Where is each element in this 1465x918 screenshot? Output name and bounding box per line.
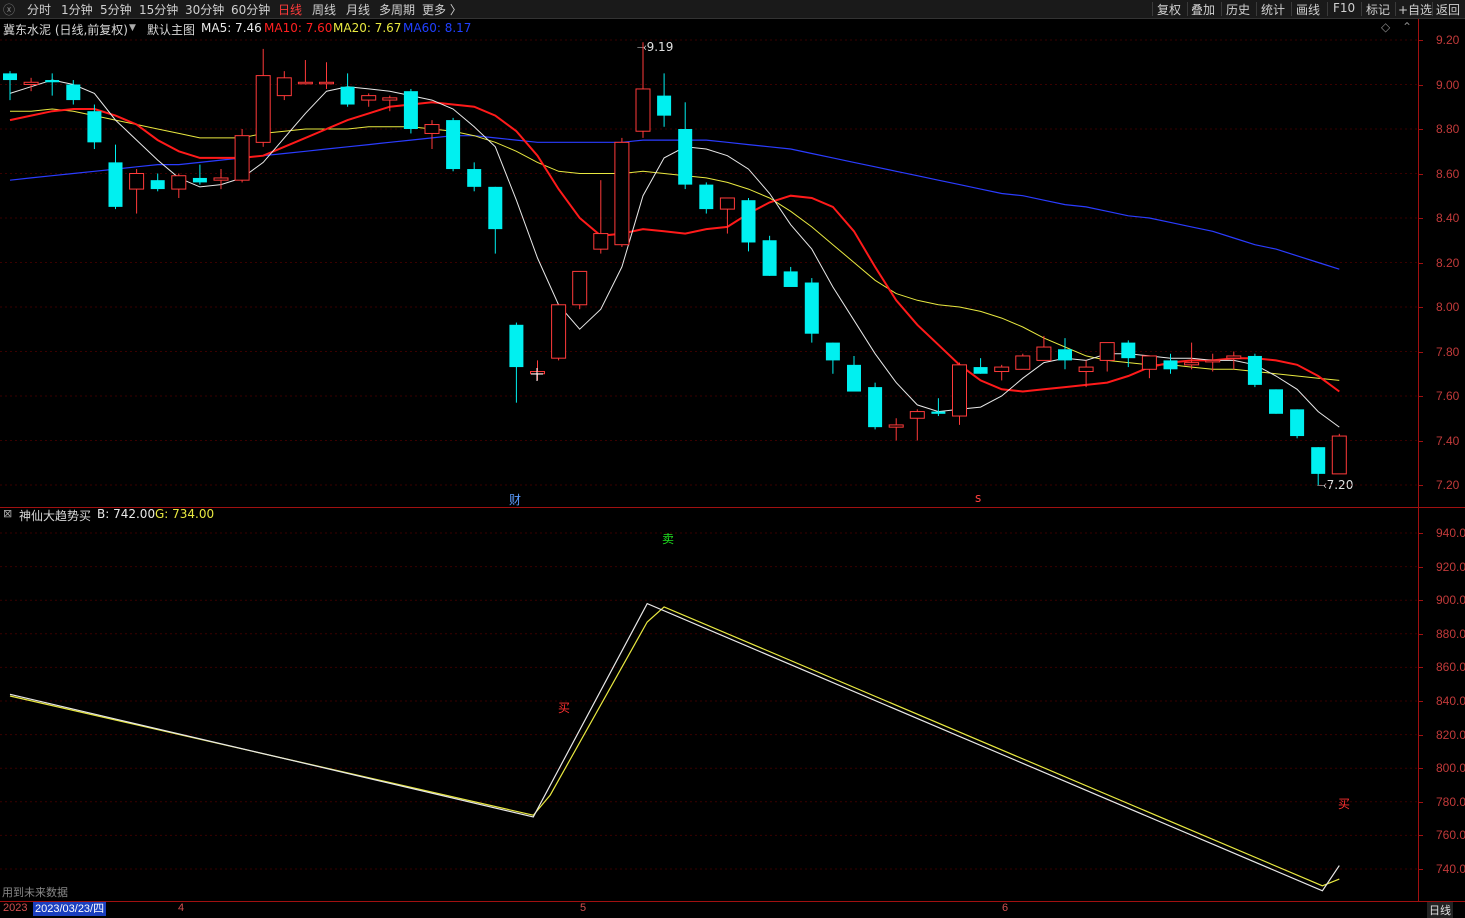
indicator-axis-label: 940.00	[1436, 526, 1465, 540]
candle-body	[804, 282, 819, 334]
indicator-axis-label: 840.00	[1436, 694, 1465, 708]
candle-body	[847, 364, 861, 392]
candle-body	[424, 124, 440, 134]
candle-body	[45, 80, 60, 83]
candle-body	[593, 233, 609, 250]
indicator-axis-label: 780.00	[1436, 794, 1465, 809]
indicator-axis-label: 860.00	[1436, 660, 1465, 675]
candle-body	[382, 97, 398, 101]
price-axis-label: 7.60	[1436, 389, 1460, 403]
candle-body	[868, 387, 883, 428]
candle-body	[1099, 342, 1115, 361]
ma5-line	[9, 79, 1340, 428]
candle-body	[297, 81, 313, 85]
price-axis-label: 9.00	[1436, 77, 1460, 92]
price-axis-label: 7.40	[1436, 433, 1460, 448]
candle-body	[825, 342, 840, 361]
month-tick-4: 4	[178, 902, 185, 914]
candle-body	[678, 129, 693, 185]
ma60-line	[9, 135, 1340, 270]
candle-body	[1036, 346, 1052, 361]
year-stub: 2023	[3, 902, 28, 914]
candle-body	[192, 177, 207, 183]
ma10-line	[9, 101, 1340, 393]
candle-body	[467, 169, 482, 187]
candle-body	[129, 173, 145, 190]
candle-body	[973, 367, 988, 374]
candle-body	[87, 111, 102, 143]
candle-body	[888, 424, 904, 428]
month-tick-6: 6	[1002, 902, 1009, 914]
price-axis-label: 9.20	[1436, 33, 1460, 47]
candle-body	[108, 162, 123, 207]
month-tick-5: 5	[580, 902, 587, 914]
price-axis-label: 8.40	[1436, 211, 1460, 225]
price-axis-label: 8.60	[1436, 166, 1460, 181]
candle-body	[1184, 362, 1200, 366]
candle-body	[1290, 409, 1305, 437]
cursor-date: 2023/03/23/四	[33, 902, 107, 916]
price-axis-label: 7.80	[1436, 344, 1460, 359]
candle-body	[1331, 435, 1347, 475]
indicator-b-line	[9, 602, 1340, 892]
candle-body	[340, 86, 355, 105]
candle-body	[931, 411, 946, 414]
indicator-axis-label: 880.00	[1436, 626, 1465, 641]
candle-body	[361, 95, 377, 101]
candle-body	[1163, 360, 1178, 370]
indicator-axis-label: 920.00	[1436, 559, 1465, 574]
date-axis	[0, 901, 1465, 917]
candle-body	[1058, 349, 1072, 361]
indicator-axis-label: 800.00	[1436, 761, 1465, 776]
candle-body	[255, 75, 271, 143]
candle-body	[1141, 355, 1157, 370]
price-axis-label: 8.20	[1436, 255, 1460, 270]
indicator-g-line	[9, 606, 1340, 887]
candle-body	[952, 364, 967, 417]
kline-chart[interactable]	[0, 0, 1418, 901]
candle-body	[3, 73, 17, 81]
candle-body	[1015, 355, 1031, 370]
candle-body	[488, 186, 503, 230]
candle-body	[213, 177, 229, 181]
candle-body	[234, 135, 250, 181]
candle-body	[1226, 355, 1242, 359]
price-axis-label: 8.00	[1436, 300, 1460, 314]
candle-body	[509, 324, 524, 368]
candle-body	[719, 197, 735, 210]
price-axis-label: 8.80	[1436, 122, 1460, 136]
candle-body	[1078, 366, 1094, 373]
candle-body	[994, 366, 1010, 373]
candle-body	[1247, 355, 1262, 385]
candle-body	[783, 271, 798, 287]
indicator-axis-label: 900.00	[1436, 593, 1465, 608]
ma20-line	[10, 108, 1340, 381]
candle-body	[572, 270, 588, 306]
candle-body	[699, 184, 714, 210]
price-axis-label: 7.20	[1436, 478, 1460, 492]
candle-body	[1311, 447, 1326, 474]
candle-body	[171, 175, 187, 190]
candle-body	[319, 81, 334, 85]
back-button[interactable]: 返回	[1436, 1, 1460, 18]
candle-body	[446, 120, 461, 170]
candle-body	[150, 180, 165, 190]
indicator-axis-label: 760.00	[1436, 828, 1465, 843]
candle-body	[276, 77, 292, 97]
indicator-axis-label: 740.00	[1436, 862, 1465, 876]
indicator-axis-label: 820.00	[1436, 727, 1465, 742]
candle-body	[635, 88, 651, 132]
candle-body	[657, 95, 672, 116]
candle-body	[66, 84, 81, 101]
candle-body	[1205, 359, 1221, 363]
candle-body	[909, 411, 925, 419]
candle-body	[762, 240, 777, 276]
candle-body	[1269, 389, 1283, 414]
candle-body	[614, 141, 630, 246]
candle-body	[551, 304, 567, 359]
candle-body	[1121, 342, 1136, 359]
candle-body	[741, 200, 756, 243]
candle-body	[403, 91, 418, 129]
candle-body	[23, 81, 39, 86]
